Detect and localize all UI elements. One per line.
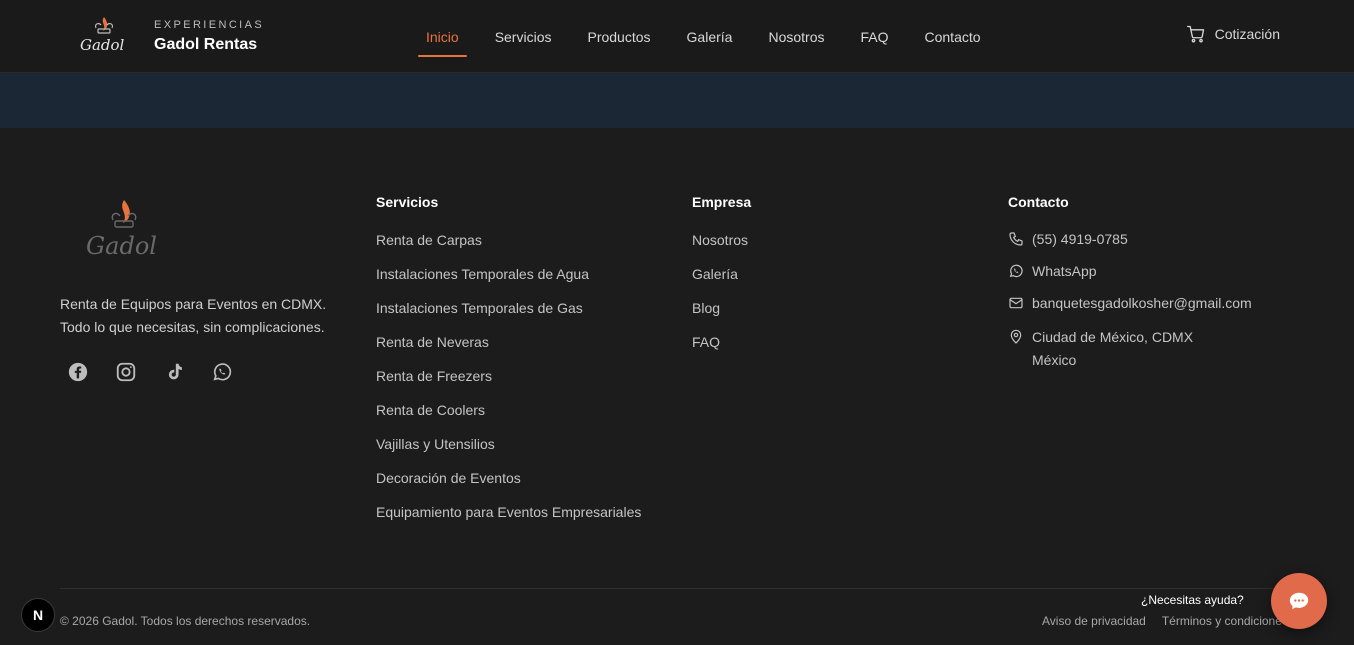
nav-item-inicio[interactable]: Inicio	[408, 0, 477, 73]
servicios-link[interactable]: Renta de Carpas	[376, 232, 641, 266]
phone-icon	[1008, 230, 1024, 248]
nav-item-faq[interactable]: FAQ	[842, 0, 906, 73]
brand-kicker: EXPERIENCIAS	[154, 18, 265, 31]
contact-address: Ciudad de México, CDMX México	[1008, 326, 1252, 372]
servicios-link[interactable]: Renta de Neveras	[376, 334, 641, 368]
servicios-title: Servicios	[376, 194, 439, 210]
contact-whatsapp[interactable]: WhatsApp	[1008, 262, 1252, 280]
nav-item-contacto[interactable]: Contacto	[907, 0, 999, 73]
privacy-link[interactable]: Aviso de privacidad	[1042, 614, 1146, 628]
help-label: ¿Necesitas ayuda?	[1141, 593, 1244, 607]
contacto-title: Contacto	[1008, 194, 1069, 210]
facebook-icon[interactable]	[66, 360, 90, 384]
footer-col-contacto: Contacto (55) 4919-0785 WhatsApp banquet…	[1008, 194, 1252, 386]
nextjs-dev-badge[interactable]: N	[21, 598, 55, 632]
svg-text:Gadol: Gadol	[80, 36, 125, 54]
footer-tagline: Renta de Equipos para Eventos en CDMX. T…	[60, 296, 327, 335]
whatsapp-icon[interactable]	[210, 360, 234, 384]
empresa-link[interactable]: FAQ	[692, 334, 751, 368]
map-pin-icon	[1008, 326, 1024, 348]
empresa-link[interactable]: Blog	[692, 300, 751, 334]
tiktok-icon[interactable]	[162, 360, 186, 384]
footer-logo-icon: Gadol	[86, 200, 157, 260]
chat-bubble-icon	[1289, 592, 1309, 610]
terms-link[interactable]: Términos y condiciones	[1162, 614, 1282, 628]
brand-name: Gadol Rentas	[154, 35, 258, 53]
footer-col-empresa: Empresa Nosotros Galería Blog FAQ	[692, 194, 751, 368]
contact-email[interactable]: banquetesgadolkosher@gmail.com	[1008, 294, 1252, 312]
footer-divider	[60, 588, 1280, 589]
nav-item-galeria[interactable]: Galería	[669, 0, 751, 73]
address-line1: Ciudad de México, CDMX	[1032, 329, 1194, 345]
quote-label: Cotización	[1214, 26, 1280, 42]
nav-item-servicios[interactable]: Servicios	[477, 0, 570, 73]
footer-col-servicios: Servicios Renta de Carpas Instalaciones …	[376, 194, 641, 538]
nav-item-nosotros[interactable]: Nosotros	[750, 0, 842, 73]
instagram-icon[interactable]	[114, 360, 138, 384]
empresa-title: Empresa	[692, 194, 752, 210]
copyright: © 2026 Gadol. Todos los derechos reserva…	[60, 614, 311, 628]
empresa-link[interactable]: Nosotros	[692, 232, 751, 266]
servicios-link[interactable]: Vajillas y Utensilios	[376, 436, 641, 470]
servicios-link[interactable]: Renta de Coolers	[376, 402, 641, 436]
servicios-link[interactable]: Decoración de Eventos	[376, 470, 641, 504]
servicios-link[interactable]: Instalaciones Temporales de Agua	[376, 266, 641, 300]
servicios-link[interactable]: Instalaciones Temporales de Gas	[376, 300, 641, 334]
cart-icon	[1186, 25, 1204, 43]
mail-icon	[1008, 294, 1024, 312]
brand[interactable]: Gadol EXPERIENCIAS Gadol Rentas	[76, 14, 264, 58]
svg-text:Gadol: Gadol	[86, 232, 157, 260]
nav-item-productos[interactable]: Productos	[569, 0, 668, 73]
whatsapp-icon	[1008, 262, 1024, 280]
chat-button[interactable]	[1271, 573, 1327, 629]
social-links	[66, 360, 258, 384]
legal-links: Aviso de privacidad Términos y condicion…	[1042, 614, 1282, 628]
hero-band	[0, 73, 1354, 128]
gadol-logo-icon: Gadol	[80, 17, 125, 54]
servicios-link[interactable]: Renta de Freezers	[376, 368, 641, 402]
main-nav: Inicio Servicios Productos Galería Nosot…	[408, 0, 999, 73]
contact-phone[interactable]: (55) 4919-0785	[1008, 230, 1252, 248]
quote-button[interactable]: Cotización	[1186, 24, 1280, 44]
empresa-link[interactable]: Galería	[692, 266, 751, 300]
site-header: Gadol EXPERIENCIAS Gadol Rentas Inicio S…	[0, 0, 1354, 73]
servicios-link[interactable]: Equipamiento para Eventos Empresariales	[376, 504, 641, 538]
address-line2: México	[1032, 352, 1077, 368]
